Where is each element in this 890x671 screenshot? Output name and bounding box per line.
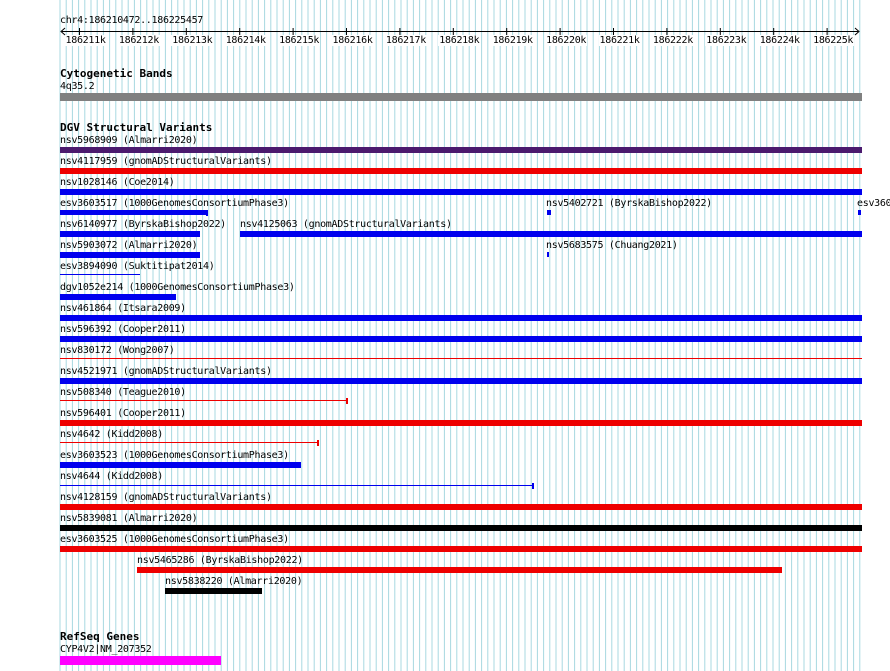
feature-end-cap: [532, 482, 534, 489]
ruler-tick-label: 186211k: [64, 35, 107, 46]
feature-label[interactable]: nsv4642 (Kidd2008): [60, 429, 163, 440]
cytoband-label: 4q35.2: [60, 81, 95, 92]
refseq-track-title: RefSeq Genes: [60, 630, 140, 643]
feature-label[interactable]: nsv5465286 (ByrskaBishop2022): [137, 555, 303, 566]
feature-end-cap: [317, 439, 319, 446]
feature-label[interactable]: esv3894090 (Suktitipat2014): [60, 261, 215, 272]
feature-end-cap: [206, 209, 208, 216]
feature-bar[interactable]: [60, 168, 862, 174]
feature-label[interactable]: nsv5839081 (Almarri2020): [60, 513, 198, 524]
feature-bar[interactable]: [60, 336, 862, 342]
ruler-tick-label: 186212k: [117, 35, 160, 46]
feature-label[interactable]: nsv4128159 (gnomADStructuralVariants): [60, 492, 272, 503]
feature-label[interactable]: nsv5683575 (Chuang2021): [546, 240, 678, 251]
feature-label[interactable]: nsv4125063 (gnomADStructuralVariants): [240, 219, 452, 230]
feature-bar[interactable]: [60, 400, 347, 401]
feature-label[interactable]: nsv830172 (Wong2007): [60, 345, 175, 356]
ruler-tick-label: 186221k: [598, 35, 641, 46]
cytobands-track-title: Cytogenetic Bands: [60, 67, 173, 80]
feature-label[interactable]: nsv5838220 (Almarri2020): [165, 576, 303, 587]
feature-label[interactable]: nsv4117959 (gnomADStructuralVariants): [60, 156, 272, 167]
ruler-tick-label: 186216k: [331, 35, 374, 46]
feature-bar[interactable]: [60, 210, 207, 215]
feature-bar[interactable]: [60, 485, 533, 486]
feature-label[interactable]: esv3603517 (1000GenomesConsortiumPhase3): [60, 198, 289, 209]
feature-bar[interactable]: [60, 442, 318, 443]
ruler-tick-label: 186220k: [545, 35, 588, 46]
feature-bar[interactable]: [60, 294, 176, 300]
feature-bar[interactable]: [547, 210, 551, 215]
refseq-gene-bar[interactable]: [60, 656, 221, 665]
feature-label[interactable]: nsv1028146 (Coe2014): [60, 177, 175, 188]
ruler-tick-label: 186215k: [278, 35, 321, 46]
feature-label[interactable]: nsv5968909 (Almarri2020): [60, 135, 198, 146]
feature-bar[interactable]: [858, 210, 861, 215]
feature-bar[interactable]: [165, 588, 262, 594]
feature-bar[interactable]: [60, 147, 862, 153]
ruler-tick-label: 186218k: [438, 35, 481, 46]
feature-label[interactable]: esv3603525 (1000GenomesConsortiumPhase3): [60, 534, 289, 545]
feature-label[interactable]: nsv508340 (Teague2010): [60, 387, 186, 398]
feature-label[interactable]: nsv5903072 (Almarri2020): [60, 240, 198, 251]
feature-bar[interactable]: [547, 252, 549, 257]
ruler-tick-label: 186223k: [705, 35, 748, 46]
ruler-tick-label: 186225k: [812, 35, 855, 46]
feature-label[interactable]: nsv6140977 (ByrskaBishop2022): [60, 219, 226, 230]
ruler-tick-label: 186213k: [171, 35, 214, 46]
feature-bar[interactable]: [60, 378, 862, 384]
feature-bar[interactable]: [60, 546, 862, 552]
feature-bar[interactable]: [60, 525, 862, 531]
feature-label[interactable]: nsv4644 (Kidd2008): [60, 471, 163, 482]
feature-bar[interactable]: [60, 420, 862, 426]
cytoband-bar[interactable]: [60, 93, 862, 101]
ruler-tick-label: 186219k: [491, 35, 534, 46]
feature-label[interactable]: nsv4521971 (gnomADStructuralVariants): [60, 366, 272, 377]
feature-bar[interactable]: [60, 358, 862, 359]
feature-label[interactable]: nsv461864 (Itsara2009): [60, 303, 186, 314]
feature-bar[interactable]: [240, 231, 862, 237]
refseq-gene-label[interactable]: CYP4V2|NM_207352: [60, 644, 152, 655]
feature-bar[interactable]: [60, 274, 140, 275]
feature-bar[interactable]: [60, 252, 200, 258]
feature-label[interactable]: esv360: [857, 198, 890, 209]
feature-label[interactable]: esv3603523 (1000GenomesConsortiumPhase3): [60, 450, 289, 461]
feature-label[interactable]: dgv1052e214 (1000GenomesConsortiumPhase3…: [60, 282, 295, 293]
feature-bar[interactable]: [137, 567, 782, 573]
feature-bar[interactable]: [60, 189, 862, 195]
feature-label[interactable]: nsv596392 (Cooper2011): [60, 324, 186, 335]
dgv-track-title: DGV Structural Variants: [60, 121, 213, 134]
feature-bar[interactable]: [60, 504, 862, 510]
feature-bar[interactable]: [60, 315, 862, 321]
ruler-tick-label: 186224k: [758, 35, 801, 46]
feature-bar[interactable]: [60, 462, 301, 468]
feature-label[interactable]: nsv5402721 (ByrskaBishop2022): [546, 198, 712, 209]
feature-bar[interactable]: [60, 231, 200, 237]
ruler-tick-label: 186214k: [224, 35, 267, 46]
ruler-tick-label: 186222k: [651, 35, 694, 46]
ruler-tick-label: 186217k: [384, 35, 427, 46]
feature-end-cap: [346, 397, 348, 404]
feature-label[interactable]: nsv596401 (Cooper2011): [60, 408, 186, 419]
